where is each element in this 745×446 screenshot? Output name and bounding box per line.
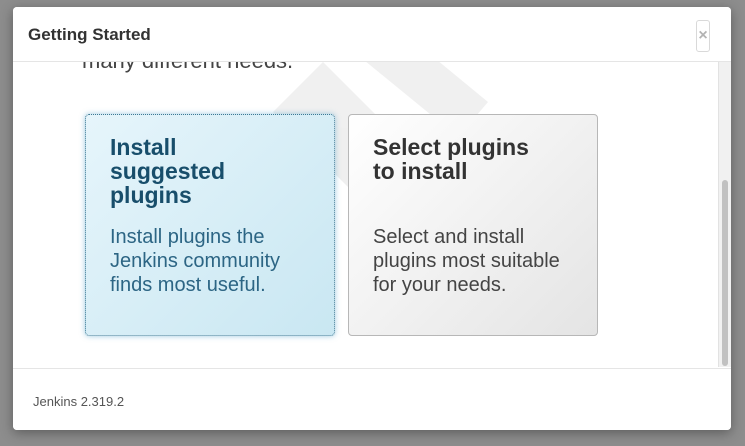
install-suggested-plugins-button[interactable]: Install suggested plugins Install plugin… xyxy=(85,114,335,336)
intro-text: many different needs. xyxy=(82,62,293,75)
version-label: Jenkins 2.319.2 xyxy=(33,394,125,409)
choice-description: Install plugins the Jenkins community fi… xyxy=(110,226,281,296)
scrollbar[interactable] xyxy=(718,62,731,367)
choice-title: Install suggested plugins xyxy=(110,134,226,208)
dialog-title: Getting Started xyxy=(28,25,151,44)
choice-description: Select and install plugins most suitable… xyxy=(373,226,560,296)
dialog-body[interactable]: many different needs. Install suggested … xyxy=(13,62,731,367)
close-button[interactable]: × xyxy=(696,20,710,52)
choice-title: Select plugins to install xyxy=(373,134,529,184)
dialog-footer: Jenkins 2.319.2 xyxy=(13,368,731,430)
scrollbar-thumb[interactable] xyxy=(722,180,728,366)
select-plugins-to-install-button[interactable]: Select plugins to install Select and ins… xyxy=(348,114,598,336)
dialog-header: Getting Started × xyxy=(13,7,731,62)
getting-started-dialog: Getting Started × many different needs. … xyxy=(13,7,731,430)
